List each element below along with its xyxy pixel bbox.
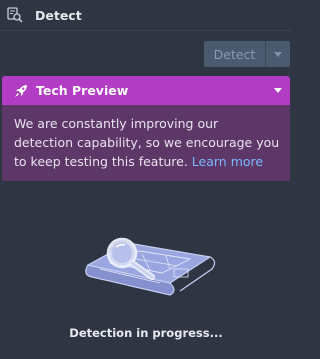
chevron-down-icon xyxy=(274,51,282,57)
panel-title: Detect xyxy=(35,7,82,23)
status-text: Detection in progress... xyxy=(69,326,223,340)
toolbar: Detect xyxy=(0,31,292,73)
detect-icon xyxy=(7,7,23,23)
tech-preview-title: Tech Preview xyxy=(36,83,129,98)
learn-more-link[interactable]: Learn more xyxy=(192,154,263,169)
detect-panel: Detect Detect Tech Preview We are consta… xyxy=(0,0,292,359)
rocket-icon xyxy=(15,84,27,97)
detect-options-button[interactable] xyxy=(266,41,290,67)
tech-preview-body: We are constantly improving our detectio… xyxy=(2,105,290,181)
chevron-down-icon[interactable] xyxy=(274,88,282,93)
detect-button[interactable]: Detect xyxy=(204,41,266,67)
detect-split-button: Detect xyxy=(204,41,290,67)
tech-preview-header[interactable]: Tech Preview xyxy=(2,76,290,105)
tech-preview-banner: Tech Preview We are constantly improving… xyxy=(2,76,290,181)
panel-header: Detect xyxy=(0,0,292,31)
blueprint-magnifier-illustration xyxy=(70,225,220,305)
